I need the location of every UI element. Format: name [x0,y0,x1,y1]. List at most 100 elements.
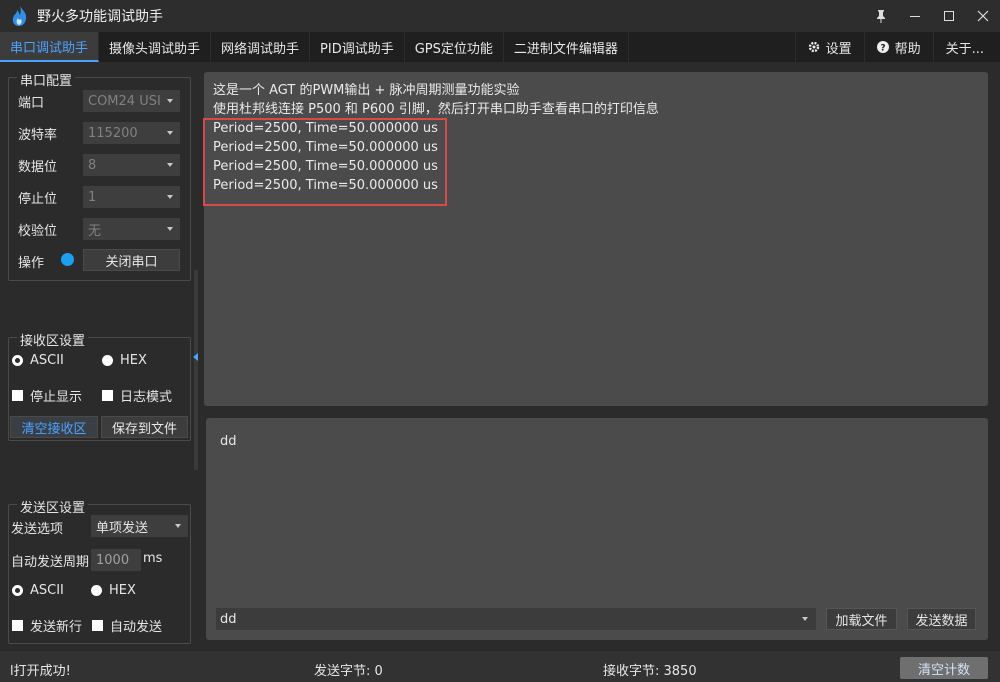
pin-button[interactable] [864,0,898,32]
tab-gps[interactable]: GPS定位功能 [405,32,504,62]
chevron-down-icon [167,195,173,199]
databits-value: 8 [88,157,97,173]
save-to-file-button[interactable]: 保存到文件 [101,416,188,438]
received-bytes: 接收字节: 3850 [603,664,697,679]
recv-hex-radio[interactable]: HEX [102,353,147,368]
send-option-label: 发送选项 [11,522,64,537]
tab-network-assistant[interactable]: 网络调试助手 [211,32,311,62]
auto-send-checkbox[interactable]: 自动发送 [92,616,162,635]
send-history-select[interactable]: dd [216,608,816,630]
recv-settings-title: 接收区设置 [17,330,89,349]
radio-unselected-icon [91,585,102,596]
sent-bytes: 发送字节: 0 [314,664,383,679]
settings-button[interactable]: 设置 [794,32,864,62]
checkbox-icon [102,390,113,401]
recv-hex-label: HEX [120,353,147,368]
send-hex-radio[interactable]: HEX [91,583,136,598]
close-button[interactable] [966,0,1000,32]
recv-ascii-radio[interactable]: ASCII [12,353,64,368]
clear-count-button[interactable]: 清空计数 [900,657,988,679]
auto-send-label: 自动发送 [110,620,163,635]
parity-label: 校验位 [18,224,58,239]
gear-icon [808,41,820,53]
log-mode-label: 日志模式 [120,390,173,405]
stopbits-label: 停止位 [18,192,58,207]
databits-label: 数据位 [18,160,58,175]
send-newline-label: 发送新行 [30,620,83,635]
window-title: 野火多功能调试助手 [37,9,163,25]
send-hex-label: HEX [109,583,136,598]
send-settings-title: 发送区设置 [17,497,89,516]
panel-splitter[interactable] [194,270,198,470]
about-button[interactable]: 关于... [932,32,1000,62]
stop-display-checkbox[interactable]: 停止显示 [12,386,82,405]
clear-recv-button[interactable]: 清空接收区 [10,416,98,438]
auto-period-input[interactable]: 1000 [91,549,141,571]
highlight-box [203,118,447,206]
maximize-icon [944,11,954,21]
recv-ascii-label: ASCII [30,353,64,368]
close-icon [977,10,989,22]
radio-unselected-icon [102,355,113,366]
port-status-led [61,253,74,266]
chevron-down-icon [167,99,173,103]
chevron-down-icon [175,524,181,528]
checkbox-icon [12,390,23,401]
send-ascii-label: ASCII [30,583,64,598]
close-port-button[interactable]: 关闭串口 [83,249,180,271]
status-message: l打开成功! [10,664,71,679]
status-bar: l打开成功! 发送字节: 0 接收字节: 3850 清空计数 [0,650,1000,682]
port-label: 端口 [18,96,45,111]
stopbits-select[interactable]: 1 [83,186,180,208]
stop-display-label: 停止显示 [30,390,83,405]
radio-selected-icon [12,355,23,366]
help-label: 帮助 [894,41,921,57]
pin-icon [877,10,885,23]
databits-select[interactable]: 8 [83,154,180,176]
auto-period-value: 1000 [96,552,130,568]
collapse-arrow-icon[interactable] [193,353,198,361]
help-icon: ? [876,41,889,54]
title-bar: 野火多功能调试助手 [0,0,1000,32]
parity-select[interactable]: 无 [83,218,180,240]
checkbox-icon [92,620,103,631]
send-ascii-radio[interactable]: ASCII [12,583,64,598]
baud-select[interactable]: 115200 [83,122,180,144]
send-data-button[interactable]: 发送数据 [907,608,976,630]
radio-selected-icon [12,585,23,596]
checkbox-icon [12,620,23,631]
minimize-button[interactable] [898,0,932,32]
operation-label: 操作 [18,256,45,271]
log-mode-checkbox[interactable]: 日志模式 [102,386,172,405]
serial-config-title: 串口配置 [17,70,76,89]
recv-line: 使用杜邦线连接 P500 和 P600 引脚，然后打开串口助手查看串口的打印信息 [213,102,659,117]
chevron-down-icon [167,163,173,167]
settings-label: 设置 [825,41,852,57]
stopbits-value: 1 [88,189,97,205]
send-text-area[interactable]: dd dd 加载文件 发送数据 [206,418,988,640]
tab-binary-editor[interactable]: 二进制文件编辑器 [504,32,629,62]
main-tab-bar: 串口调试助手 摄像头调试助手 网络调试助手 PID调试助手 GPS定位功能 二进… [0,32,1000,62]
chevron-down-icon [167,131,173,135]
tab-camera-assistant[interactable]: 摄像头调试助手 [99,32,212,62]
maximize-button[interactable] [932,0,966,32]
chevron-down-icon [802,617,808,621]
auto-period-label: 自动发送周期 [11,555,90,570]
send-option-value: 单项发送 [96,520,149,536]
period-unit-label: ms [143,551,163,566]
baud-value: 115200 [88,125,138,141]
help-button[interactable]: ? 帮助 [863,32,933,62]
minimize-icon [910,16,920,17]
tab-pid-assistant[interactable]: PID调试助手 [310,32,405,62]
recv-line: 这是一个 AGT 的PWM输出 + 脉冲周期测量功能实验 [213,83,520,98]
send-newline-checkbox[interactable]: 发送新行 [12,616,82,635]
send-text: dd [220,434,237,449]
send-history-value: dd [220,611,237,627]
baud-label: 波特率 [18,128,58,143]
left-panel: 串口配置 端口 COM24 USI 波特率 115200 数据位 8 停止位 1… [0,62,200,650]
tab-serial-assistant[interactable]: 串口调试助手 [0,32,100,62]
svg-text:?: ? [880,44,885,54]
port-select[interactable]: COM24 USI [83,90,180,112]
load-file-button[interactable]: 加载文件 [826,608,897,630]
send-option-select[interactable]: 单项发送 [91,515,188,537]
